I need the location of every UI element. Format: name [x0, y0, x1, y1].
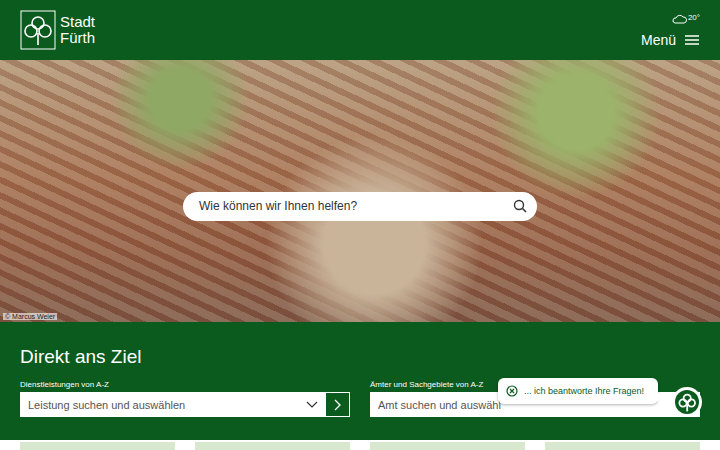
hero-photo: Wie können wir Ihnen helfen? © Marcus Wei… [0, 60, 720, 322]
chatbot-avatar [675, 390, 699, 414]
chat-message: ... ich beantworte Ihre Fragen! [524, 386, 644, 396]
chat-bubble[interactable]: ... ich beantworte Ihre Fragen! [498, 378, 658, 404]
chatbot-button[interactable] [672, 387, 702, 417]
logo-line: Fürth [60, 30, 95, 46]
temperature: 20° [688, 13, 700, 22]
close-circle-icon [506, 385, 518, 397]
dropdown[interactable]: Leistung suchen und auswählen [20, 392, 325, 417]
shamrock-icon [677, 391, 697, 413]
dropdown-field: Dienstleistungen von A-Z Leistung suchen … [20, 380, 350, 417]
site-header: StadtFürth 20° Menü [0, 0, 720, 60]
header-tools: 20° Menü [641, 0, 700, 60]
search-placeholder: Wie können wir Ihnen helfen? [199, 199, 357, 213]
teaser-card[interactable] [545, 442, 700, 450]
menu-label: Menü [641, 32, 676, 48]
field-row: Leistung suchen und auswählen [20, 392, 350, 417]
photo-credit: © Marcus Weier [3, 313, 57, 320]
teaser-card[interactable] [370, 442, 525, 450]
hamburger-icon [684, 34, 700, 46]
chevron-right-icon [333, 398, 343, 412]
teaser-card[interactable] [20, 442, 175, 450]
teaser-card[interactable] [195, 442, 350, 450]
cloud-icon [671, 13, 687, 25]
city-logo[interactable]: StadtFürth [20, 0, 95, 60]
menu-button[interactable]: Menü [641, 32, 700, 48]
dropdown-placeholder: Leistung suchen und auswählen [28, 399, 185, 411]
card-strip [0, 440, 720, 450]
shamrock-icon [20, 10, 56, 50]
search-field[interactable]: Wie können wir Ihnen helfen? [183, 192, 537, 221]
dropdown-placeholder: Amt suchen und auswähl [378, 399, 501, 411]
field-label: Dienstleistungen von A-Z [20, 380, 350, 389]
chevron-down-icon [305, 400, 319, 410]
logo-text: StadtFürth [60, 14, 95, 46]
magnifier-icon [513, 199, 527, 213]
weather-widget[interactable]: 20° [671, 6, 700, 25]
section-title: Direkt ans Ziel [20, 346, 700, 368]
logo-line: Stadt [60, 14, 95, 30]
go-button[interactable] [325, 392, 350, 417]
